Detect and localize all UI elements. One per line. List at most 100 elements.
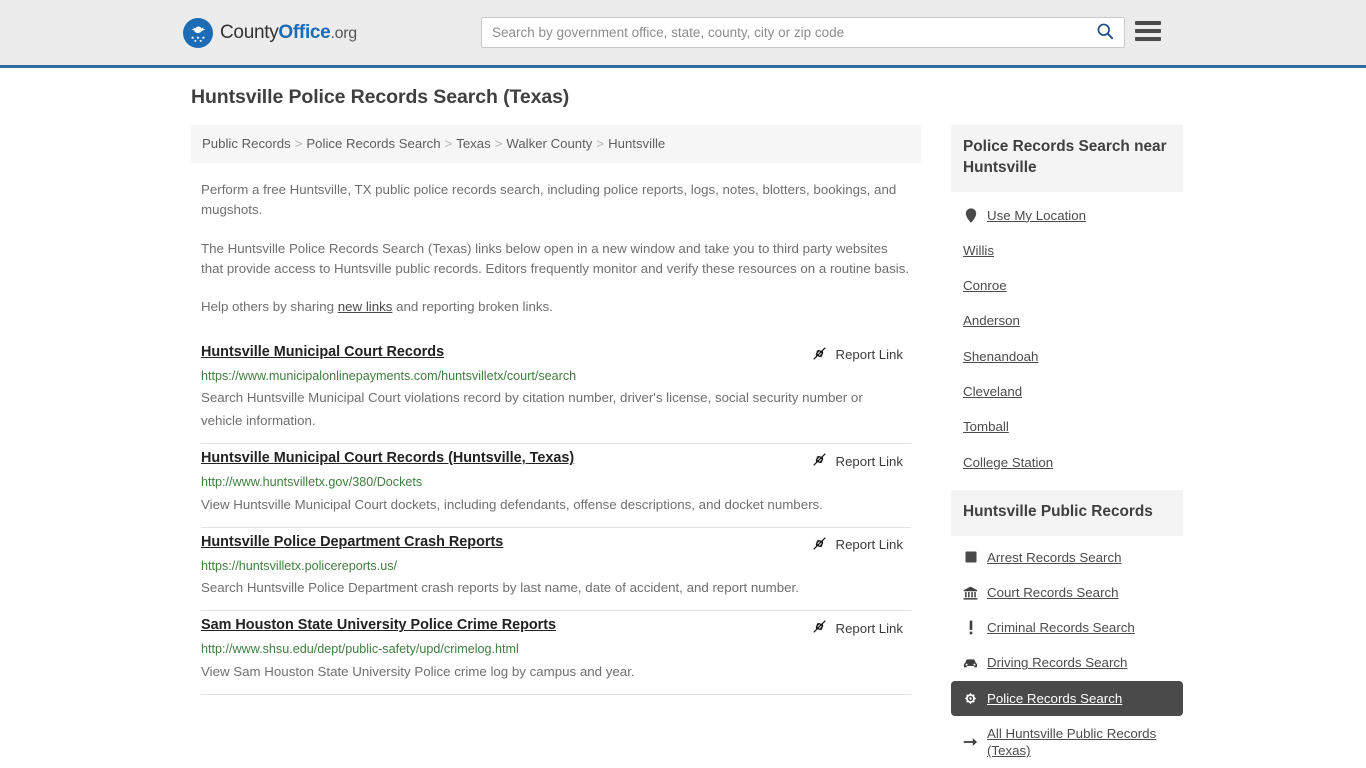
breadcrumb-item-walker-county[interactable]: Walker County [506, 136, 592, 151]
sidebar-item-arrest-records-search[interactable]: Arrest Records Search [951, 540, 1183, 575]
result-header: Sam Houston State University Police Crim… [201, 616, 911, 638]
sidebar-item-label[interactable]: Willis [963, 242, 994, 259]
result-url: https://huntsvilletx.policereports.us/ [201, 558, 397, 573]
map-pin-icon [963, 208, 978, 223]
sidebar-item-cleveland[interactable]: Cleveland [951, 374, 1183, 409]
content-columns: Public Records > Police Records Search > Tex… [183, 125, 1183, 768]
report-link-button[interactable]: Report Link [811, 533, 903, 555]
sidebar-item-criminal-records-search[interactable]: Criminal Records Search [951, 610, 1183, 645]
breadcrumb-separator: > [294, 136, 303, 151]
broken-link-icon [811, 535, 828, 555]
sidebar-nearby-heading: Police Records Search near Huntsville [951, 125, 1183, 192]
result-url: https://www.municipalonlinepayments.com/… [201, 368, 577, 383]
sidebar-item-label[interactable]: Anderson [963, 312, 1020, 329]
sidebar-item-label[interactable]: Arrest Records Search [987, 549, 1122, 566]
result-header: Huntsville Municipal Court Records (Hunt… [201, 449, 911, 471]
breadcrumb-item-huntsville: Huntsville [608, 136, 666, 151]
sidebar-item-label[interactable]: Use My Location [987, 207, 1086, 224]
result-title-link[interactable]: Sam Houston State University Police Crim… [201, 616, 556, 635]
search-bar[interactable] [481, 17, 1125, 48]
intro-section: Perform a free Huntsville, TX public pol… [191, 180, 921, 318]
brand-part-office: Office [278, 21, 331, 43]
intro-paragraph-2: The Huntsville Police Records Search (Te… [201, 240, 910, 276]
exclamation-icon [963, 620, 978, 635]
breadcrumb-separator: > [444, 136, 453, 151]
site-logo-link[interactable]: CountyOffice.org [183, 17, 357, 48]
sidebar-item-driving-records-search[interactable]: Driving Records Search [951, 645, 1183, 680]
sidebar-item-court-records-search[interactable]: Court Records Search [951, 575, 1183, 610]
result-item: Huntsville Municipal Court Records Repor… [201, 338, 911, 445]
sidebar-item-police-records-search[interactable]: Police Records Search [951, 680, 1183, 717]
sidebar-item-tomball[interactable]: Tomball [951, 409, 1183, 444]
main-column: Public Records > Police Records Search > Tex… [191, 125, 921, 696]
hamburger-menu-icon[interactable] [1135, 19, 1161, 43]
result-title-link[interactable]: Huntsville Municipal Court Records [201, 343, 444, 362]
result-description: View Sam Houston State University Police… [201, 664, 635, 680]
sidebar-nearby-list: Use My Location Willis Conroe Anderson S… [951, 192, 1183, 480]
sidebar-public-records-list: Arrest Records Search Court Records Sear… [951, 536, 1183, 768]
search-input[interactable] [482, 18, 1086, 47]
result-description: Search Huntsville Municipal Court violat… [201, 390, 863, 429]
police-badge-icon [963, 691, 978, 706]
breadcrumb-separator: > [494, 136, 503, 151]
sidebar-item-label[interactable]: Conroe [963, 277, 1007, 294]
site-header: CountyOffice.org [0, 0, 1366, 68]
hamburger-bar [1135, 29, 1161, 33]
broken-link-icon [811, 618, 828, 638]
page-title: Huntsville Police Records Search (Texas) [191, 86, 570, 108]
sidebar-item-label[interactable]: Cleveland [963, 383, 1022, 400]
report-link-button[interactable]: Report Link [811, 449, 903, 471]
sidebar-item-label[interactable]: All Huntsville Public Records (Texas) [987, 725, 1171, 760]
result-title-link[interactable]: Huntsville Police Department Crash Repor… [201, 533, 503, 552]
site-logo-text: CountyOffice.org [220, 22, 357, 44]
result-item: Sam Houston State University Police Crim… [201, 611, 911, 696]
breadcrumb-item-public-records[interactable]: Public Records [202, 136, 291, 151]
sidebar-item-label[interactable]: Court Records Search [987, 584, 1119, 601]
sidebar-item-all-huntsville-public-records[interactable]: All Huntsville Public Records (Texas) [951, 716, 1183, 768]
report-link-label: Report Link [835, 620, 903, 636]
sidebar-item-label[interactable]: Police Records Search [987, 690, 1122, 707]
eagle-seal-logo-icon [183, 17, 213, 48]
report-link-button[interactable]: Report Link [811, 343, 903, 365]
sidebar-item-college-station[interactable]: College Station [951, 445, 1183, 480]
fingerprint-square-icon [963, 550, 978, 565]
new-links-link[interactable]: new links [338, 299, 393, 314]
hamburger-bar [1135, 37, 1161, 41]
breadcrumb-item-texas[interactable]: Texas [456, 136, 490, 151]
sidebar-item-label[interactable]: Driving Records Search [987, 654, 1127, 671]
intro-paragraph-1: Perform a free Huntsville, TX public pol… [201, 181, 897, 218]
sidebar-item-label[interactable]: Shenandoah [963, 348, 1038, 365]
sidebar-item-label[interactable]: College Station [963, 454, 1053, 471]
report-link-label: Report Link [835, 347, 903, 363]
arrow-right-icon [963, 735, 978, 750]
result-title-link[interactable]: Huntsville Municipal Court Records (Hunt… [201, 449, 574, 468]
sidebar-item-shenandoah[interactable]: Shenandoah [951, 339, 1183, 374]
search-icon [1096, 22, 1114, 43]
sidebar-item-conroe[interactable]: Conroe [951, 268, 1183, 303]
result-description: Search Huntsville Police Department cras… [201, 580, 799, 596]
sidebar-public-records-heading: Huntsville Public Records [951, 489, 1183, 536]
result-item: Huntsville Municipal Court Records (Hunt… [201, 444, 911, 528]
sidebar-item-willis[interactable]: Willis [951, 233, 1183, 268]
report-link-label: Report Link [835, 453, 903, 469]
sidebar-item-anderson[interactable]: Anderson [951, 303, 1183, 338]
sidebar-item-use-my-location[interactable]: Use My Location [951, 198, 1183, 233]
result-url: http://www.huntsvilletx.gov/380/Dockets [201, 475, 423, 490]
sidebar-item-label[interactable]: Tomball [963, 418, 1009, 435]
car-icon [963, 656, 978, 671]
result-header: Huntsville Police Department Crash Repor… [201, 533, 911, 555]
search-button[interactable] [1086, 18, 1124, 47]
sidebar-item-label[interactable]: Criminal Records Search [987, 619, 1135, 636]
broken-link-icon [811, 345, 828, 365]
brand-part-county: County [220, 21, 279, 43]
results-list: Huntsville Municipal Court Records Repor… [191, 338, 921, 696]
header-inner: CountyOffice.org [183, 0, 1183, 65]
breadcrumb-item-police-records-search[interactable]: Police Records Search [306, 136, 440, 151]
report-link-button[interactable]: Report Link [811, 616, 903, 638]
intro-paragraph-3: Help others by sharing new links and rep… [201, 297, 911, 317]
brand-part-tld: .org [330, 24, 357, 42]
sidebar: Police Records Search near Huntsville Us… [951, 125, 1183, 768]
result-item: Huntsville Police Department Crash Repor… [201, 528, 911, 612]
result-url: http://www.shsu.edu/dept/public-safety/u… [201, 642, 519, 657]
breadcrumb-separator: > [596, 136, 605, 151]
